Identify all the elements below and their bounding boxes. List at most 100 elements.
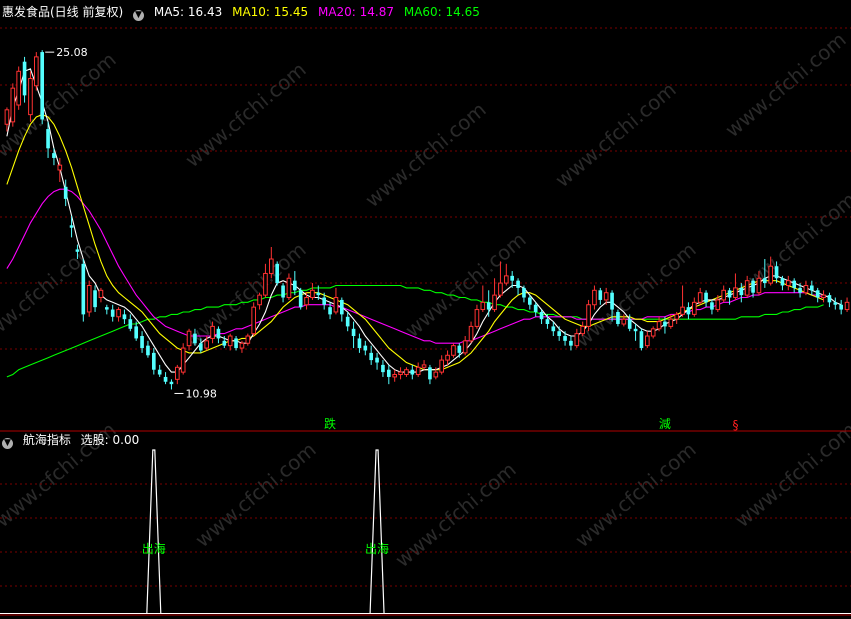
candle-body-down bbox=[216, 328, 221, 339]
candle-body-up bbox=[86, 284, 92, 313]
indicator-title: 航海指标 bbox=[22, 433, 71, 447]
candle-body-up bbox=[445, 354, 450, 361]
candle-body-down bbox=[616, 311, 620, 324]
candle-body-down bbox=[22, 61, 27, 96]
candle-body-down bbox=[410, 369, 415, 375]
candle-body-up bbox=[574, 333, 580, 347]
candle-body-down bbox=[833, 302, 838, 305]
candle-body-down bbox=[762, 278, 767, 284]
stock-title: 惠发食品(日线 前复权) bbox=[2, 5, 124, 19]
candle-body-down bbox=[151, 352, 156, 370]
candle-body-down bbox=[639, 331, 644, 349]
candle-body-up bbox=[721, 289, 727, 301]
candle-body-down bbox=[198, 343, 203, 351]
candle-body-up bbox=[398, 371, 403, 376]
candle-body-up bbox=[310, 289, 315, 299]
candle-body-up bbox=[4, 109, 10, 125]
indicator-settings-circle-icon[interactable]: ▼ bbox=[2, 438, 13, 449]
candle-body-up bbox=[415, 366, 421, 376]
candle-body-down bbox=[375, 357, 379, 363]
candle-body-up bbox=[33, 56, 39, 87]
candle-body-down bbox=[598, 290, 603, 300]
candle-body-down bbox=[357, 338, 362, 349]
candle-body-up bbox=[674, 313, 680, 320]
candle-body-up bbox=[257, 294, 262, 306]
candle-body-down bbox=[780, 278, 785, 286]
candle-body-up bbox=[433, 371, 439, 378]
candle-body-down bbox=[163, 376, 168, 382]
candle-body-up bbox=[503, 275, 509, 284]
settings-circle-icon[interactable]: ▼ bbox=[133, 10, 145, 21]
candle-body-down bbox=[533, 304, 538, 312]
candle-body-up bbox=[28, 78, 33, 116]
marker-die: 跌 bbox=[324, 416, 336, 431]
candle-body-up bbox=[392, 374, 398, 378]
candle-body-down bbox=[322, 297, 327, 305]
ma5-label: MA5: 16.43 bbox=[153, 5, 223, 19]
candle-body-down bbox=[516, 280, 520, 288]
candle-body-up bbox=[245, 335, 251, 344]
ma60-label: MA60: 14.65 bbox=[403, 5, 480, 19]
candle-body-up bbox=[251, 306, 257, 335]
indicator-value: 选股: 0.00 bbox=[80, 433, 140, 447]
candle-body-down bbox=[169, 381, 174, 385]
candle-body-down bbox=[363, 345, 368, 351]
candle-body-down bbox=[798, 287, 802, 293]
candle-body-up bbox=[592, 289, 597, 306]
candle-body-down bbox=[727, 290, 732, 298]
watermark-text: www.cfchi.com bbox=[190, 437, 320, 552]
candle-body-up bbox=[803, 284, 809, 294]
candle-body-down bbox=[345, 316, 350, 327]
candle-body-down bbox=[739, 287, 744, 296]
candle-body-down bbox=[275, 263, 280, 284]
candle-body-up bbox=[844, 301, 850, 311]
candle-body-down bbox=[146, 345, 150, 356]
candle-body-up bbox=[680, 306, 685, 315]
candle-body-down bbox=[827, 295, 832, 303]
candle-body-down bbox=[316, 292, 321, 296]
signal-label: 出海 bbox=[365, 541, 389, 556]
candle-body-down bbox=[663, 321, 667, 327]
candle-body-down bbox=[428, 367, 432, 380]
candle-body-up bbox=[756, 277, 762, 294]
candle-body-up bbox=[785, 280, 791, 286]
candle-body-down bbox=[545, 319, 550, 324]
candle-body-down bbox=[339, 299, 344, 315]
candle-body-up bbox=[480, 301, 486, 311]
candle-body-down bbox=[457, 345, 462, 353]
candle-body-down bbox=[815, 290, 820, 298]
candle-body-up bbox=[10, 87, 16, 123]
watermark-text: www.cfchi.com bbox=[360, 97, 490, 212]
candle-body-down bbox=[539, 311, 544, 320]
marker-jian: 減 bbox=[659, 416, 671, 431]
candle-body-up bbox=[180, 347, 186, 373]
candle-body-down bbox=[486, 302, 491, 310]
candle-body-down bbox=[292, 280, 297, 291]
candle-body-down bbox=[557, 331, 562, 337]
marker-section: § bbox=[732, 418, 738, 432]
candle-body-down bbox=[704, 292, 708, 303]
candle-body-up bbox=[421, 364, 427, 368]
candle-body-up bbox=[621, 318, 627, 325]
candle-body-up bbox=[492, 294, 497, 311]
candle-body-up bbox=[768, 265, 774, 284]
candle-body-up bbox=[16, 70, 22, 106]
candle-body-down bbox=[751, 280, 755, 293]
candle-body-down bbox=[193, 333, 197, 344]
candle-body-down bbox=[128, 319, 133, 329]
candle-body-up bbox=[691, 301, 697, 315]
candle-body-down bbox=[569, 340, 573, 346]
candle-body-down bbox=[381, 364, 385, 373]
candle-body-up bbox=[227, 335, 233, 347]
candle-body-up bbox=[98, 289, 104, 299]
candle-body-down bbox=[134, 326, 139, 339]
candle-body-up bbox=[404, 369, 409, 376]
candle-body-up bbox=[304, 297, 309, 306]
candles bbox=[4, 50, 850, 390]
candle-body-down bbox=[222, 340, 227, 346]
candle-body-down bbox=[234, 338, 238, 349]
candle-body-down bbox=[633, 328, 638, 332]
candle-body-up bbox=[263, 272, 268, 296]
candle-body-down bbox=[527, 297, 532, 305]
candle-body-down bbox=[140, 336, 144, 349]
